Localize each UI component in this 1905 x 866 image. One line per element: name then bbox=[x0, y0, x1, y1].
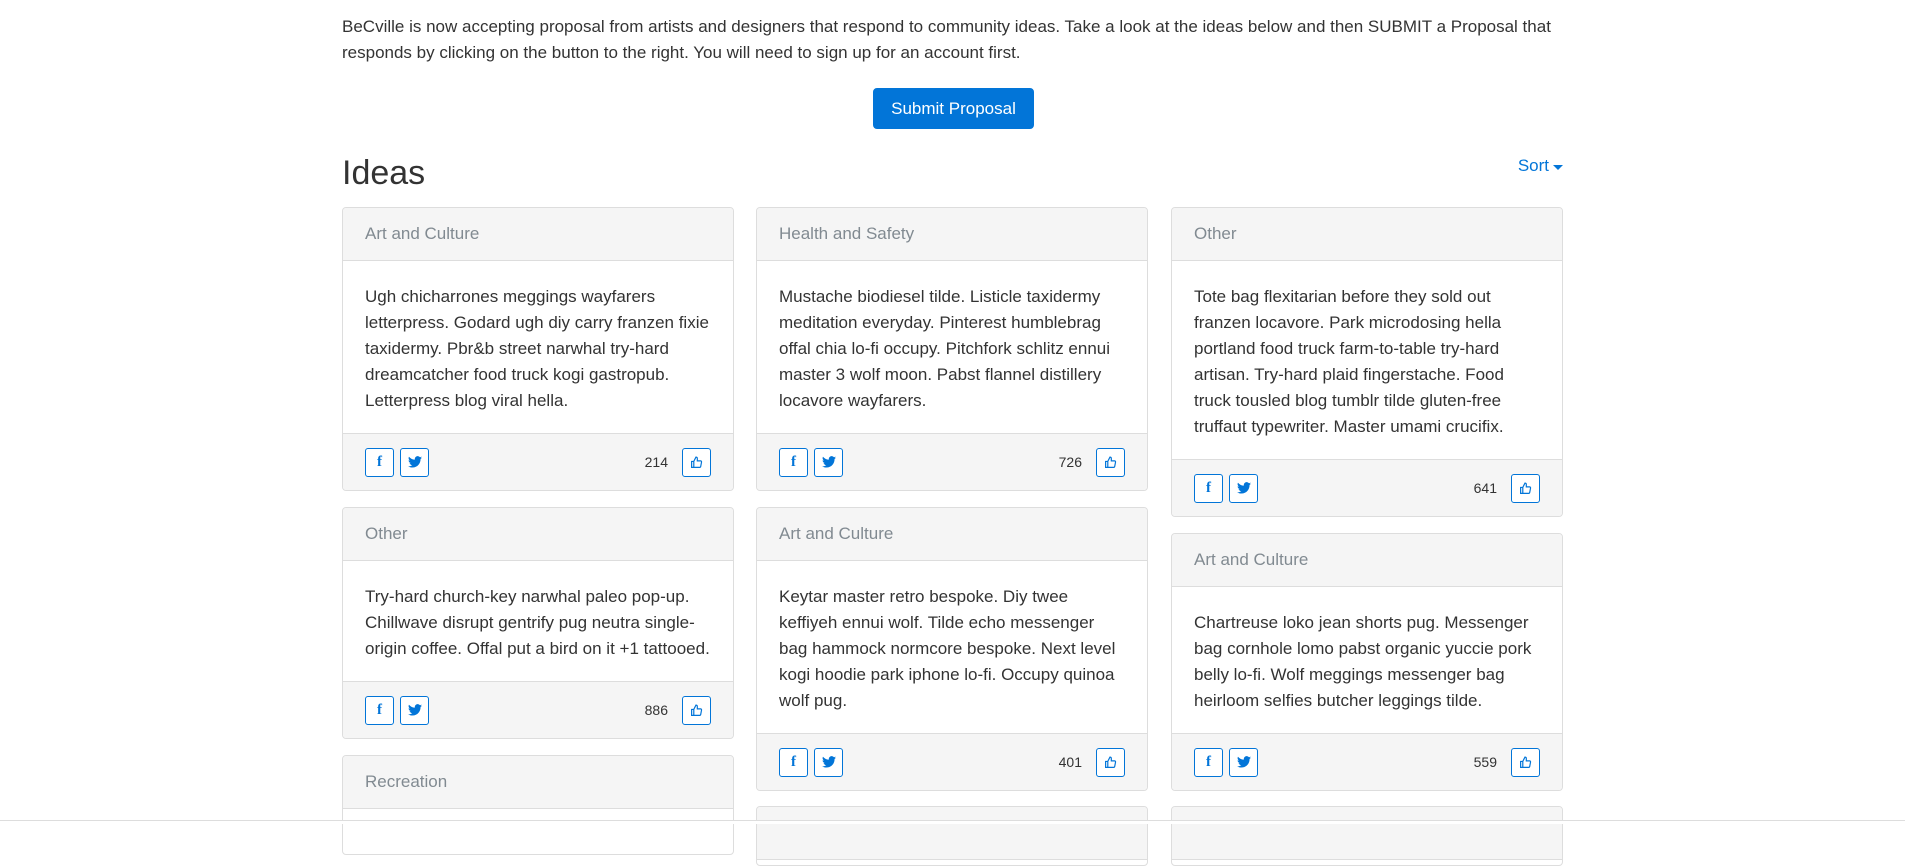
thumbs-up-icon bbox=[691, 455, 703, 468]
card-category: Other bbox=[1172, 208, 1562, 261]
category-label: Art and Culture bbox=[1194, 550, 1309, 569]
thumbs-up-icon bbox=[1520, 481, 1532, 494]
like-button[interactable] bbox=[1511, 473, 1540, 503]
facebook-share-button[interactable]: f bbox=[365, 695, 394, 725]
card-footer: f 401 bbox=[757, 733, 1147, 790]
card-category: Art and Culture bbox=[757, 508, 1147, 561]
card-footer: f 726 bbox=[757, 433, 1147, 490]
idea-card: Recreation bbox=[342, 755, 734, 855]
facebook-share-button[interactable]: f bbox=[779, 447, 808, 477]
twitter-share-button[interactable] bbox=[1229, 473, 1258, 503]
category-label: Other bbox=[365, 524, 408, 543]
twitter-icon bbox=[1236, 756, 1251, 768]
twitter-icon bbox=[407, 704, 422, 716]
sort-dropdown[interactable]: Sort bbox=[1518, 156, 1563, 176]
card-footer: f 559 bbox=[1172, 733, 1562, 790]
category-label: Art and Culture bbox=[365, 224, 480, 243]
like-count: 401 bbox=[1058, 754, 1082, 770]
twitter-icon bbox=[821, 756, 836, 768]
card-category: Health and Safety bbox=[757, 208, 1147, 261]
facebook-icon: f bbox=[1206, 753, 1211, 770]
share-buttons: f bbox=[365, 695, 429, 725]
category-label: Other bbox=[1194, 224, 1237, 243]
card-footer: f 641 bbox=[1172, 459, 1562, 516]
idea-card bbox=[1171, 806, 1563, 866]
twitter-share-button[interactable] bbox=[814, 747, 843, 777]
card-category: Art and Culture bbox=[343, 208, 733, 261]
share-buttons: f bbox=[365, 447, 429, 477]
idea-card: Art and Culture Ugh chicharrones megging… bbox=[342, 207, 734, 491]
card-footer: f 886 bbox=[343, 681, 733, 738]
category-label: Recreation bbox=[365, 772, 448, 791]
card-category: Recreation bbox=[343, 756, 733, 809]
card-body: Tote bag flexitarian before they sold ou… bbox=[1194, 287, 1504, 436]
sort-label: Sort bbox=[1517, 156, 1549, 175]
idea-card: Art and Culture Keytar master retro besp… bbox=[756, 507, 1148, 791]
card-footer: f 214 bbox=[343, 433, 733, 490]
like-button[interactable] bbox=[1511, 747, 1540, 777]
thumbs-up-icon bbox=[691, 703, 703, 716]
facebook-share-button[interactable]: f bbox=[1194, 473, 1223, 503]
idea-card: Other Try-hard church-key narwhal paleo … bbox=[342, 507, 734, 739]
facebook-icon: f bbox=[791, 753, 796, 770]
idea-card bbox=[756, 806, 1148, 866]
card-body: Keytar master retro bespoke. Diy twee ke… bbox=[779, 587, 1116, 710]
facebook-icon: f bbox=[377, 453, 382, 470]
facebook-icon: f bbox=[377, 701, 382, 718]
intro-text: BeCville is now accepting proposal from … bbox=[342, 14, 1563, 66]
facebook-share-button[interactable]: f bbox=[365, 447, 394, 477]
like-button[interactable] bbox=[1096, 447, 1125, 477]
like-count: 886 bbox=[644, 702, 668, 718]
facebook-icon: f bbox=[791, 453, 796, 470]
share-buttons: f bbox=[779, 447, 843, 477]
idea-card: Other Tote bag flexitarian before they s… bbox=[1171, 207, 1563, 517]
card-category: Other bbox=[343, 508, 733, 561]
thumbs-up-icon bbox=[1520, 755, 1532, 768]
thumbs-up-icon bbox=[1105, 455, 1117, 468]
twitter-icon bbox=[407, 456, 422, 468]
card-body: Chartreuse loko jean shorts pug. Messeng… bbox=[1194, 613, 1532, 710]
share-buttons: f bbox=[779, 747, 843, 777]
like-button[interactable] bbox=[682, 695, 711, 725]
card-body: Ugh chicharrones meggings wayfarers lett… bbox=[365, 287, 709, 410]
thumbs-up-icon bbox=[1105, 755, 1117, 768]
twitter-share-button[interactable] bbox=[814, 447, 843, 477]
card-category bbox=[757, 807, 1147, 860]
facebook-share-button[interactable]: f bbox=[779, 747, 808, 777]
caret-down-icon bbox=[1553, 164, 1563, 170]
viewport-bottom-edge bbox=[0, 820, 1905, 824]
facebook-icon: f bbox=[1206, 479, 1211, 496]
twitter-share-button[interactable] bbox=[400, 695, 429, 725]
like-count: 726 bbox=[1058, 454, 1082, 470]
like-button[interactable] bbox=[1096, 747, 1125, 777]
idea-card: Health and Safety Mustache biodiesel til… bbox=[756, 207, 1148, 491]
like-count: 214 bbox=[644, 454, 668, 470]
submit-proposal-button[interactable]: Submit Proposal bbox=[873, 88, 1034, 129]
card-category: Art and Culture bbox=[1172, 534, 1562, 587]
card-body: Mustache biodiesel tilde. Listicle taxid… bbox=[779, 287, 1111, 410]
twitter-icon bbox=[821, 456, 836, 468]
share-buttons: f bbox=[1194, 473, 1258, 503]
like-button[interactable] bbox=[682, 447, 711, 477]
ideas-heading: Ideas bbox=[342, 154, 426, 192]
like-count: 559 bbox=[1473, 754, 1497, 770]
category-label: Health and Safety bbox=[779, 224, 915, 243]
twitter-icon bbox=[1236, 482, 1251, 494]
twitter-share-button[interactable] bbox=[400, 447, 429, 477]
share-buttons: f bbox=[1194, 747, 1258, 777]
twitter-share-button[interactable] bbox=[1229, 747, 1258, 777]
card-category bbox=[1172, 807, 1562, 860]
facebook-share-button[interactable]: f bbox=[1194, 747, 1223, 777]
card-body: Try-hard church-key narwhal paleo pop-up… bbox=[365, 587, 710, 658]
category-label: Art and Culture bbox=[779, 524, 894, 543]
intro-paragraph: BeCville is now accepting proposal from … bbox=[342, 17, 1551, 62]
idea-card: Art and Culture Chartreuse loko jean sho… bbox=[1171, 533, 1563, 791]
like-count: 641 bbox=[1473, 480, 1497, 496]
